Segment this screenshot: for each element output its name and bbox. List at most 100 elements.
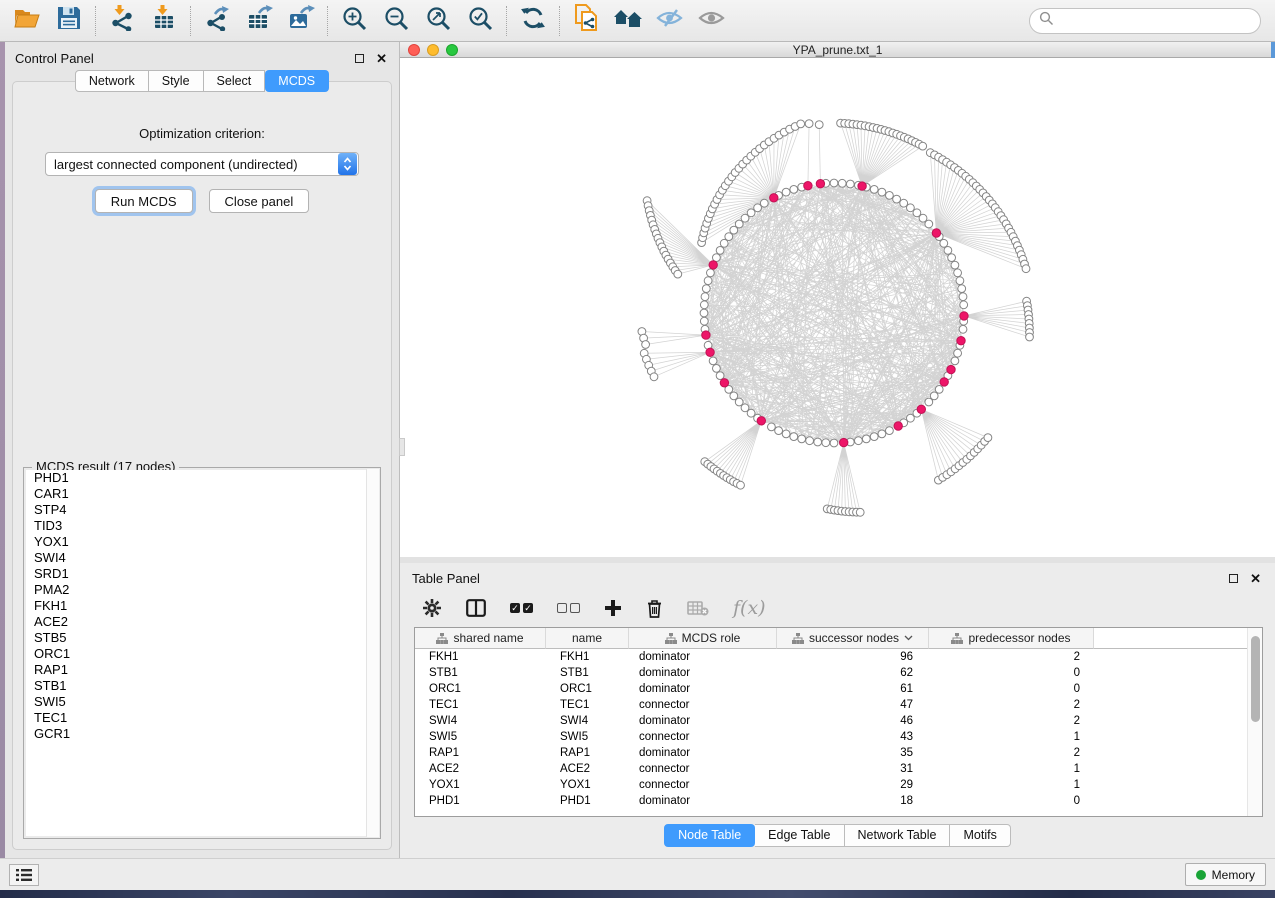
graph-node[interactable] bbox=[959, 293, 967, 301]
graph-node[interactable] bbox=[805, 120, 813, 128]
graph-node[interactable] bbox=[919, 142, 927, 150]
graph-node[interactable] bbox=[954, 269, 962, 277]
graph-node[interactable] bbox=[782, 430, 790, 438]
float-panel-icon[interactable] bbox=[355, 54, 364, 63]
memory-button[interactable]: Memory bbox=[1185, 863, 1266, 886]
mcds-result-list[interactable]: PHD1CAR1STP4TID3YOX1SWI4SRD1PMA2FKH1ACE2… bbox=[26, 470, 378, 836]
network-canvas[interactable] bbox=[400, 58, 1275, 557]
table-row[interactable]: ACE2ACE2connector311 bbox=[415, 761, 1262, 777]
splitter-grip[interactable] bbox=[399, 438, 405, 456]
graph-node[interactable] bbox=[814, 438, 822, 446]
table-row[interactable]: SWI4SWI4dominator462 bbox=[415, 713, 1262, 729]
column-header-MCDS-role[interactable]: MCDS role bbox=[629, 628, 777, 649]
mcds-result-item[interactable]: RAP1 bbox=[26, 662, 378, 678]
graph-node[interactable] bbox=[960, 301, 968, 309]
mcds-result-item[interactable]: SRD1 bbox=[26, 566, 378, 582]
mcds-hub-node[interactable] bbox=[770, 194, 778, 202]
network-window-titlebar[interactable]: YPA_prune.txt_1 bbox=[400, 42, 1275, 58]
graph-node[interactable] bbox=[830, 439, 838, 447]
mcds-hub-node[interactable] bbox=[957, 337, 965, 345]
close-table-panel-icon[interactable]: ✕ bbox=[1250, 574, 1261, 583]
close-panel-button[interactable]: Close panel bbox=[209, 189, 310, 213]
graph-node[interactable] bbox=[984, 434, 992, 442]
graph-node[interactable] bbox=[951, 357, 959, 365]
graph-node[interactable] bbox=[716, 372, 724, 380]
mcds-result-item[interactable]: CAR1 bbox=[26, 486, 378, 502]
graph-node[interactable] bbox=[822, 439, 830, 447]
mcds-hub-node[interactable] bbox=[960, 312, 968, 320]
graph-node[interactable] bbox=[878, 188, 886, 196]
graph-node[interactable] bbox=[948, 254, 956, 262]
graph-node[interactable] bbox=[713, 365, 721, 373]
graph-node[interactable] bbox=[838, 179, 846, 187]
graph-node[interactable] bbox=[925, 398, 933, 406]
mcds-result-item[interactable]: FKH1 bbox=[26, 598, 378, 614]
import-network-button[interactable] bbox=[101, 3, 143, 39]
graph-node[interactable] bbox=[855, 437, 863, 445]
unselect-all-columns-button[interactable] bbox=[557, 603, 580, 613]
mcds-result-item[interactable]: PHD1 bbox=[26, 470, 378, 486]
mcds-result-item[interactable]: STB5 bbox=[26, 630, 378, 646]
mcds-result-item[interactable]: TID3 bbox=[26, 518, 378, 534]
graph-node[interactable] bbox=[709, 357, 717, 365]
graph-node[interactable] bbox=[830, 179, 838, 187]
table-row[interactable]: TEC1TEC1connector472 bbox=[415, 697, 1262, 713]
graph-node[interactable] bbox=[951, 261, 959, 269]
graph-node[interactable] bbox=[790, 186, 798, 194]
graph-node[interactable] bbox=[878, 430, 886, 438]
mcds-result-item[interactable]: PMA2 bbox=[26, 582, 378, 598]
graph-node[interactable] bbox=[797, 120, 805, 128]
float-table-panel-icon[interactable] bbox=[1229, 574, 1238, 583]
graph-node[interactable] bbox=[935, 386, 943, 394]
mcds-hub-node[interactable] bbox=[702, 331, 710, 339]
mcds-hub-node[interactable] bbox=[858, 182, 866, 190]
tab-style[interactable]: Style bbox=[149, 70, 204, 92]
table-settings-button[interactable] bbox=[422, 598, 442, 618]
mcds-hub-node[interactable] bbox=[757, 417, 765, 425]
show-all-button[interactable] bbox=[691, 3, 733, 39]
table-scrollbar[interactable] bbox=[1247, 628, 1262, 816]
graph-node[interactable] bbox=[815, 121, 823, 129]
mcds-result-item[interactable]: SWI4 bbox=[26, 550, 378, 566]
column-header-name[interactable]: name bbox=[546, 628, 629, 649]
graph-node[interactable] bbox=[790, 433, 798, 441]
graph-node[interactable] bbox=[846, 180, 854, 188]
graph-node[interactable] bbox=[862, 435, 870, 443]
export-table-button[interactable] bbox=[238, 3, 280, 39]
graph-node[interactable] bbox=[642, 341, 650, 349]
graph-node[interactable] bbox=[747, 209, 755, 217]
delete-column-button[interactable] bbox=[646, 599, 663, 618]
graph-node[interactable] bbox=[700, 301, 708, 309]
graph-node[interactable] bbox=[954, 349, 962, 357]
node-table[interactable]: shared namenameMCDS rolesuccessor nodesp… bbox=[414, 627, 1263, 817]
graph-node[interactable] bbox=[768, 423, 776, 431]
mcds-hub-node[interactable] bbox=[804, 182, 812, 190]
graph-node[interactable] bbox=[907, 204, 915, 212]
graph-node[interactable] bbox=[725, 233, 733, 241]
mcds-result-item[interactable]: ORC1 bbox=[26, 646, 378, 662]
graph-node[interactable] bbox=[940, 239, 948, 247]
graph-node[interactable] bbox=[700, 317, 708, 325]
table-row[interactable]: STB1STB1dominator620 bbox=[415, 665, 1262, 681]
table-scrollbar-thumb[interactable] bbox=[1251, 636, 1260, 722]
graph-node[interactable] bbox=[886, 427, 894, 435]
graph-node[interactable] bbox=[650, 373, 658, 381]
column-header-shared-name[interactable]: shared name bbox=[415, 628, 546, 649]
mcds-result-item[interactable]: GCR1 bbox=[26, 726, 378, 742]
zoom-out-button[interactable] bbox=[375, 3, 417, 39]
graph-node[interactable] bbox=[958, 285, 966, 293]
mcds-result-item[interactable]: STP4 bbox=[26, 502, 378, 518]
export-network-button[interactable] bbox=[196, 3, 238, 39]
table-row[interactable]: YOX1YOX1connector291 bbox=[415, 777, 1262, 793]
graph-node[interactable] bbox=[806, 437, 814, 445]
zoom-in-button[interactable] bbox=[333, 3, 375, 39]
mcds-hub-node[interactable] bbox=[894, 422, 902, 430]
mcds-list-scrollbar[interactable] bbox=[366, 469, 379, 837]
graph-node[interactable] bbox=[856, 508, 864, 516]
mcds-hub-node[interactable] bbox=[917, 405, 925, 413]
mcds-result-item[interactable]: YOX1 bbox=[26, 534, 378, 550]
table-row[interactable]: ORC1ORC1dominator610 bbox=[415, 681, 1262, 697]
table-row[interactable]: RAP1RAP1dominator352 bbox=[415, 745, 1262, 761]
graph-node[interactable] bbox=[760, 199, 768, 207]
show-columns-button[interactable] bbox=[466, 599, 486, 617]
